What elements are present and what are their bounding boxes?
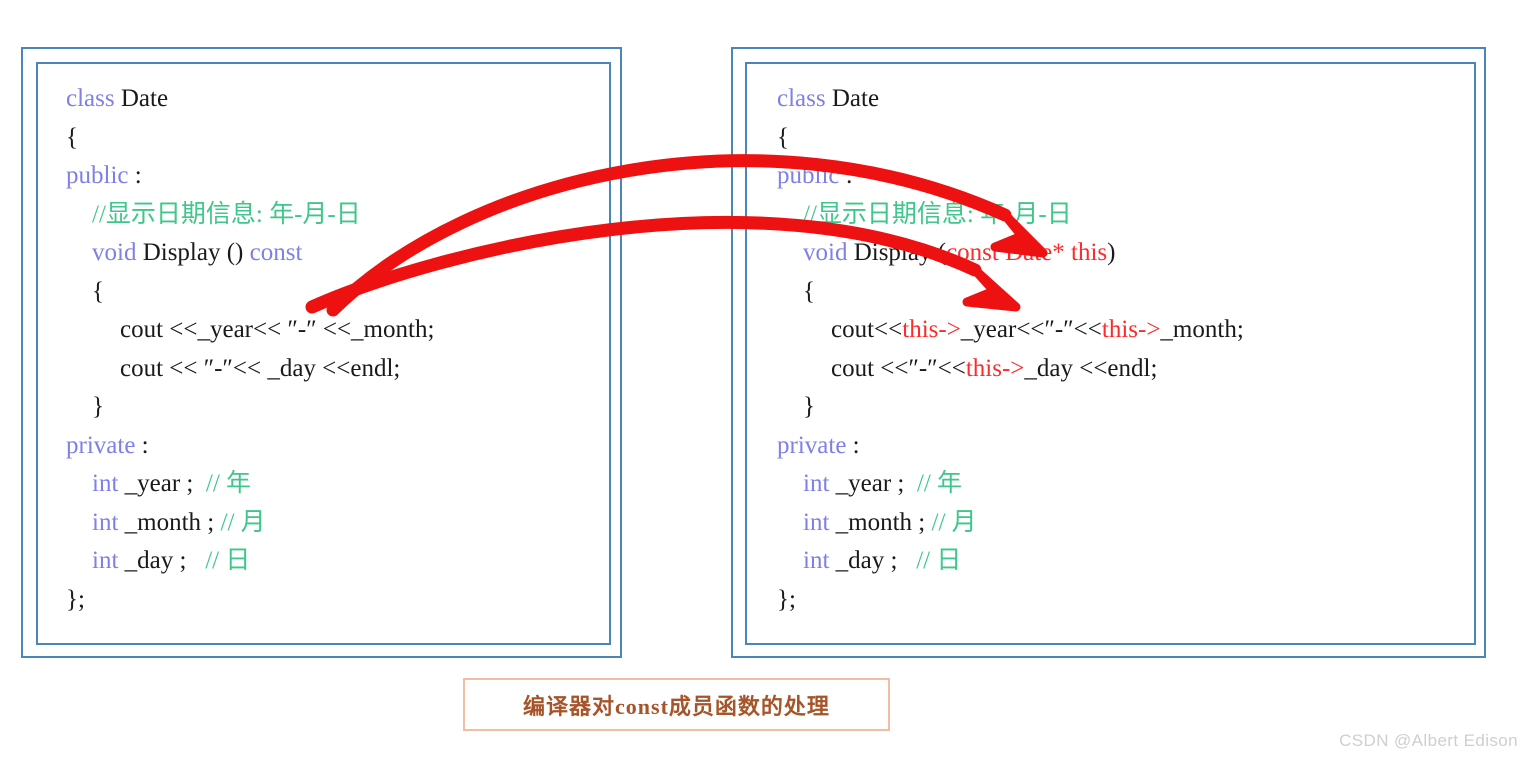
code-token: { [92, 277, 104, 305]
code-token: int [92, 508, 119, 536]
code-token: : [128, 162, 142, 189]
code-token: _day <<endl; [1024, 354, 1158, 382]
code-token: ) [1107, 239, 1116, 266]
code-token: // 日 [916, 547, 962, 574]
code-line: int _day ; // 日 [777, 542, 1244, 581]
code-token: int [92, 547, 119, 574]
code-line: public : [66, 157, 434, 196]
code-token: const [249, 239, 303, 266]
code-line: cout << ″-″<< _day <<endl; [66, 350, 434, 389]
code-token: private [66, 431, 136, 459]
code-token: this-> [965, 354, 1025, 382]
code-token: Date [831, 85, 880, 112]
code-token: _month ; [118, 508, 221, 536]
code-token: int [803, 508, 830, 536]
code-line: int _year ; // 年 [66, 465, 434, 504]
code-token: // 年 [205, 470, 252, 497]
code-token: Date [120, 85, 169, 112]
code-line: void Display (const Date* this) [777, 234, 1244, 273]
code-line: { [777, 273, 1244, 312]
code-line: int _month ; // 月 [66, 504, 434, 543]
code-token: : [839, 162, 853, 189]
code-line: } [777, 388, 1244, 427]
code-token: } [92, 393, 104, 420]
code-token: _month; [1160, 316, 1244, 343]
code-line: cout<<this->_year<<″-″<<this->_month; [777, 311, 1244, 350]
code-token: int [92, 470, 119, 497]
code-line: { [777, 119, 1244, 158]
caption-box: 编译器对const成员函数的处理 [463, 678, 890, 731]
right-code-panel: class Date { public : //显示日期信息: 年-月-日 void D… [745, 62, 1476, 645]
code-line: //显示日期信息: 年-月-日 [66, 196, 434, 235]
code-token: int [803, 547, 830, 574]
code-token: }; [777, 585, 796, 613]
code-token: _month ; [829, 508, 932, 536]
code-token: void [92, 239, 137, 266]
code-token: void [803, 239, 848, 266]
code-token: _year ; [829, 470, 917, 497]
code-token: // 月 [220, 508, 266, 536]
code-line: //显示日期信息: 年-月-日 [777, 196, 1244, 235]
code-token: this-> [902, 316, 961, 343]
left-code-block: class Date { public : //显示日期信息: 年-月-日 void D… [38, 64, 444, 619]
code-token: _day ; [118, 547, 206, 574]
code-token: class [777, 85, 832, 112]
code-line: class Date [66, 80, 434, 119]
code-token: }; [66, 585, 85, 613]
code-token: int [803, 470, 830, 497]
left-code-panel: class Date { public : //显示日期信息: 年-月-日 void D… [36, 62, 611, 645]
code-token: cout<< [831, 316, 903, 343]
code-token: _day ; [829, 547, 917, 574]
code-line: private : [66, 427, 434, 466]
code-line: cout <<″-″<<this->_day <<endl; [777, 350, 1244, 389]
code-token: { [803, 277, 815, 305]
code-line: }; [777, 581, 1244, 620]
code-token: //显示日期信息: 年-月-日 [92, 200, 361, 228]
code-token: cout <<_year<< ″-″ <<_month; [120, 316, 435, 343]
code-token: Display () [136, 239, 250, 266]
code-token: //显示日期信息: 年-月-日 [803, 200, 1072, 228]
code-token: cout << ″-″<< _day <<endl; [120, 354, 401, 382]
code-token: _year ; [118, 470, 206, 497]
code-token: cout <<″-″<< [831, 354, 966, 382]
code-token: class [66, 85, 121, 112]
code-line: void Display () const [66, 234, 434, 273]
code-line: { [66, 273, 434, 312]
watermark-label: CSDN @Albert Edison [1339, 731, 1518, 750]
code-token: public [66, 162, 129, 189]
code-token: { [777, 123, 789, 151]
code-token: const Date* this [946, 239, 1108, 266]
code-line: } [66, 388, 434, 427]
left-code-panel-outer-border: class Date { public : //显示日期信息: 年-月-日 void D… [21, 47, 622, 658]
code-line: int _year ; // 年 [777, 465, 1244, 504]
caption-label: 编译器对const成员函数的处理 [523, 693, 830, 719]
code-token: { [66, 123, 78, 151]
code-line: }; [66, 581, 434, 620]
code-token: _year<<″-″<< [960, 316, 1102, 343]
code-line: public : [777, 157, 1244, 196]
code-line: { [66, 119, 434, 158]
code-line: int _month ; // 月 [777, 504, 1244, 543]
code-token: // 月 [931, 508, 977, 536]
code-line: cout <<_year<< ″-″ <<_month; [66, 311, 434, 350]
code-token: // 日 [205, 547, 251, 574]
code-token: this-> [1101, 316, 1161, 343]
code-token: Display ( [847, 239, 947, 266]
code-token: public [777, 162, 840, 189]
code-token: : [135, 431, 149, 459]
code-line: private : [777, 427, 1244, 466]
right-code-block: class Date { public : //显示日期信息: 年-月-日 void D… [747, 64, 1254, 619]
code-line: class Date [777, 80, 1244, 119]
code-token: // 年 [916, 470, 963, 497]
code-token: private [777, 431, 847, 459]
code-token: } [803, 393, 815, 420]
code-line: int _day ; // 日 [66, 542, 434, 581]
right-code-panel-outer-border: class Date { public : //显示日期信息: 年-月-日 void D… [731, 47, 1486, 658]
code-token: : [846, 431, 860, 459]
